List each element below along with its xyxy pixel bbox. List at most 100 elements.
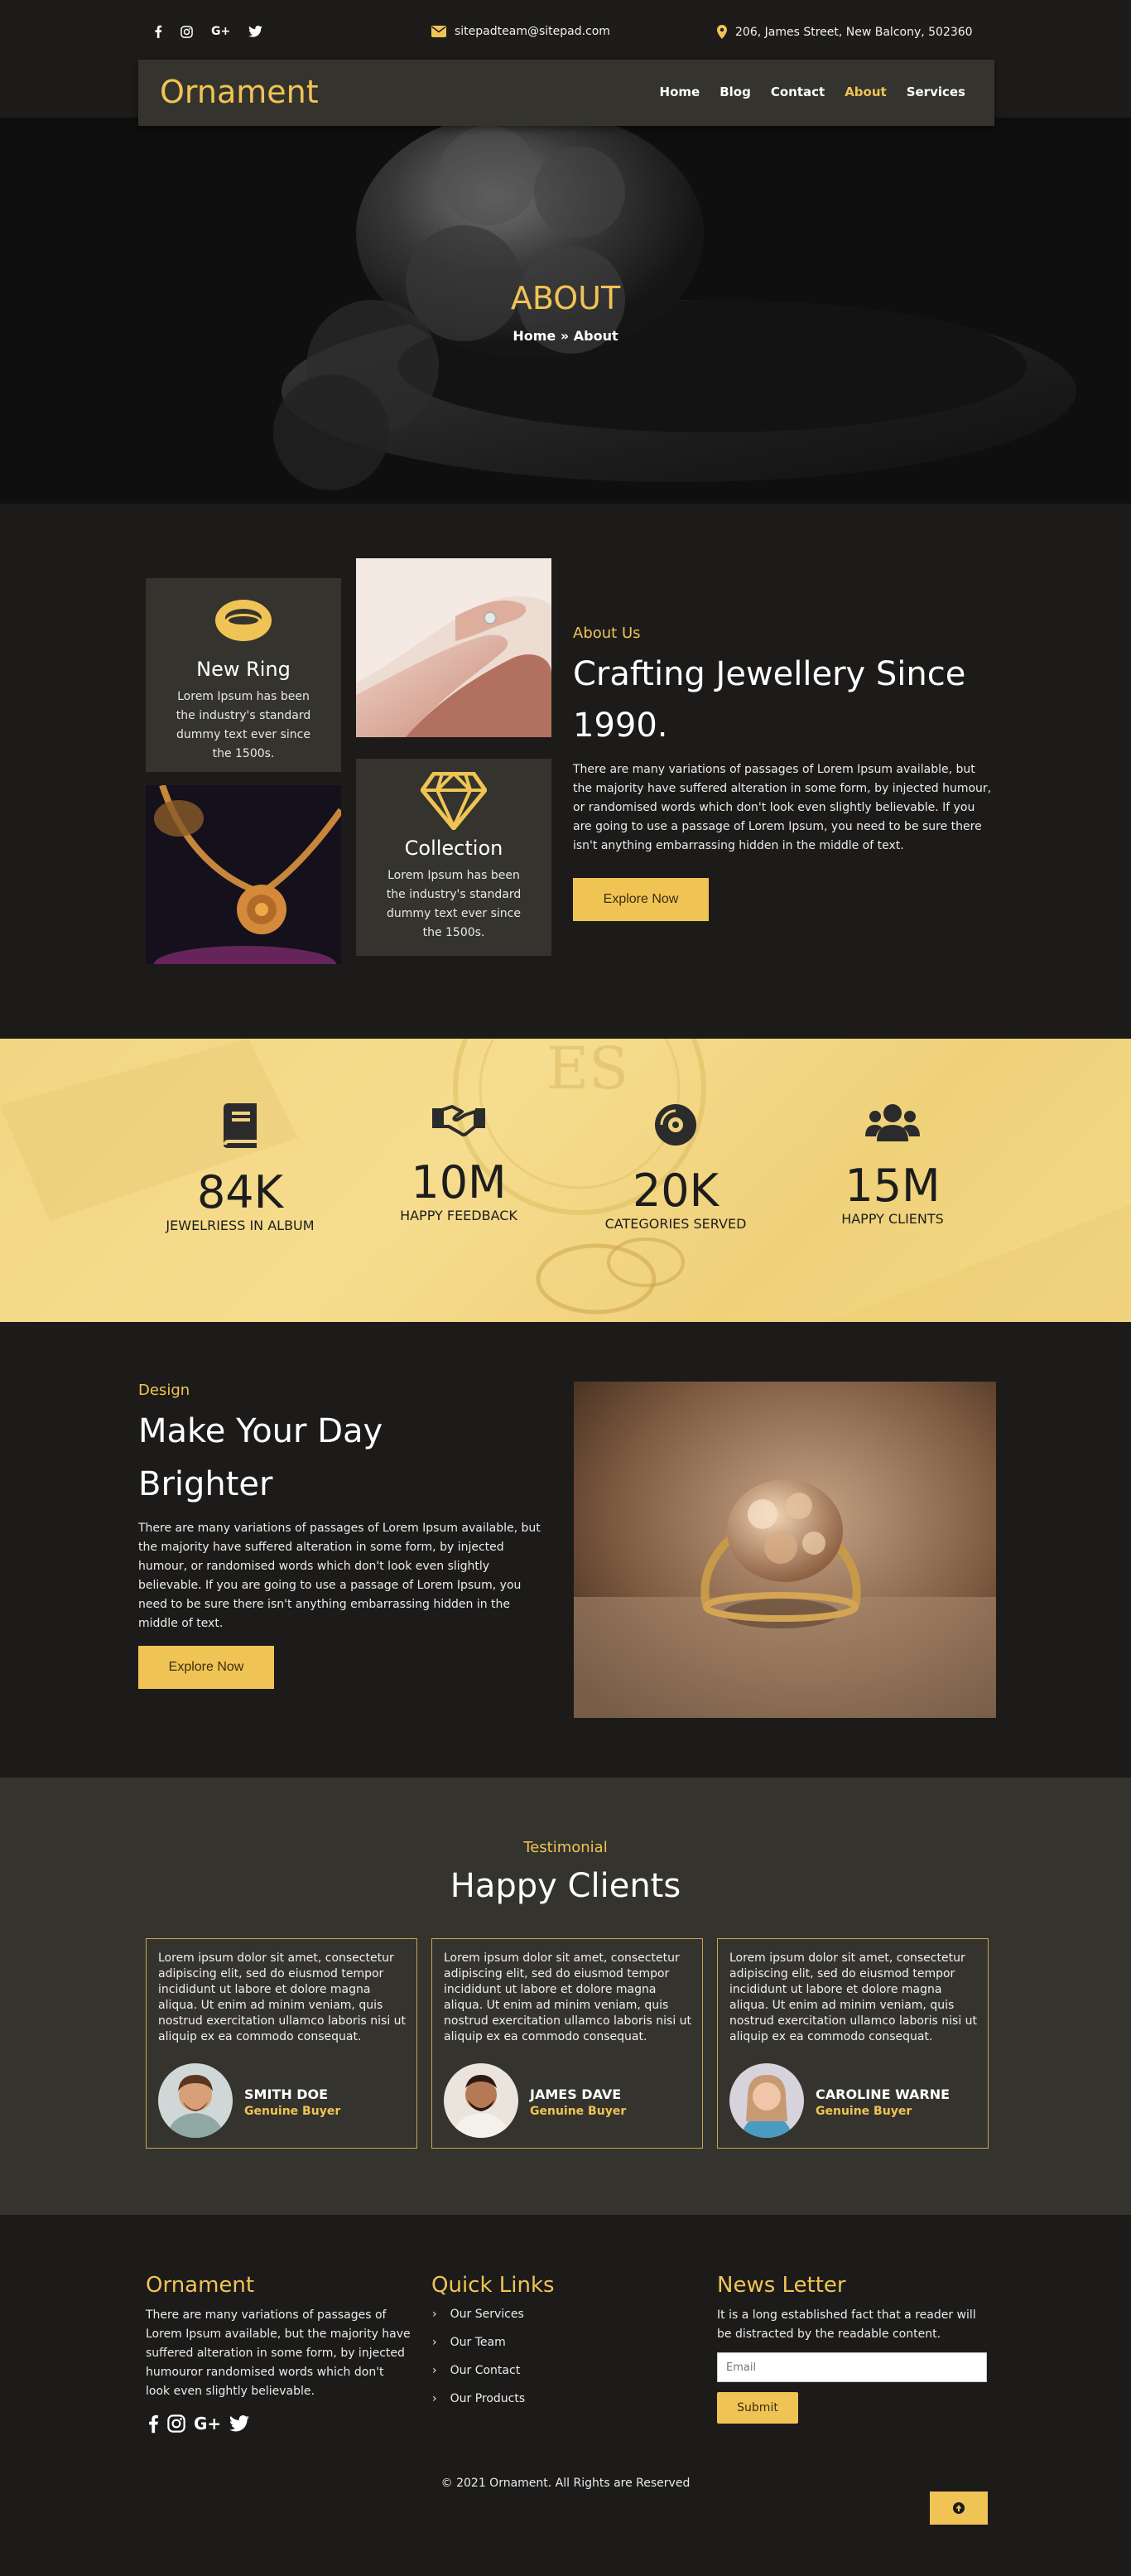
testimonial-card: Lorem ipsum dolor sit amet, consectetur … xyxy=(431,1938,703,2149)
about-label: About Us xyxy=(573,625,641,642)
about-section: New Ring Lorem Ipsum has been the indust… xyxy=(0,504,1131,1039)
arrow-circle-up-icon xyxy=(953,2502,965,2514)
footer-brand: Ornament xyxy=(146,2273,255,2298)
chevron-right-icon: › xyxy=(432,2392,437,2405)
nav-menu: Home Blog Contact About Services xyxy=(660,84,965,99)
footer: Ornament There are many variations of pa… xyxy=(0,2215,1131,2576)
stat-value: 84K xyxy=(196,1166,284,1218)
about-heading-line1: Crafting Jewellery Since xyxy=(573,655,966,693)
stat-item: 20K CATEGORIES SERVED xyxy=(585,1103,767,1232)
back-to-top-button[interactable] xyxy=(930,2492,988,2525)
collection-title: Collection xyxy=(404,837,503,860)
facebook-icon[interactable] xyxy=(154,25,162,38)
twitter-icon[interactable] xyxy=(229,2415,250,2432)
testimonial-role: Genuine Buyer xyxy=(530,2105,627,2118)
book-icon xyxy=(224,1103,257,1148)
ring-product-image xyxy=(574,1382,996,1718)
twitter-icon[interactable] xyxy=(248,26,263,37)
design-heading-line2: Brighter xyxy=(138,1465,273,1503)
footer-link-label: Our Contact xyxy=(450,2364,521,2377)
footer-link-label: Our Team xyxy=(450,2336,506,2349)
testimonial-name: JAMES DAVE xyxy=(530,2086,622,2102)
ring-icon xyxy=(215,600,272,641)
necklace-image xyxy=(146,785,341,964)
about-paragraph: There are many variations of passages of… xyxy=(573,763,992,852)
testimonial-role: Genuine Buyer xyxy=(244,2105,341,2118)
stat-item: 84K JEWELRIESS IN ALBUM xyxy=(149,1103,331,1233)
footer-link-team[interactable]: › Our Team xyxy=(432,2336,506,2349)
nav-item-about[interactable]: About xyxy=(845,84,887,99)
about-explore-button[interactable]: Explore Now xyxy=(573,878,709,921)
page-title: ABOUT xyxy=(510,280,621,316)
handshake-icon xyxy=(432,1105,485,1136)
nav-item-contact[interactable]: Contact xyxy=(771,84,825,99)
top-social-links: G+ xyxy=(154,25,263,38)
stat-label: JEWELRIESS IN ALBUM xyxy=(166,1218,315,1233)
stat-value: 15M xyxy=(845,1160,941,1212)
quick-links-title: Quick Links xyxy=(431,2273,555,2298)
new-ring-card: New Ring Lorem Ipsum has been the indust… xyxy=(146,578,341,772)
stat-label: HAPPY FEEDBACK xyxy=(400,1208,517,1223)
avatar xyxy=(444,2063,518,2138)
newsletter-text: It is a long established fact that a rea… xyxy=(717,2308,976,2341)
newsletter-submit-button[interactable]: Submit xyxy=(717,2392,798,2424)
collection-card: Collection Lorem Ipsum has been the indu… xyxy=(356,759,551,956)
brand-logo[interactable]: Ornament xyxy=(160,74,319,110)
footer-about-text: There are many variations of passages of… xyxy=(146,2308,411,2398)
top-email[interactable]: sitepadteam@sitepad.com xyxy=(431,25,610,38)
stat-value: 20K xyxy=(632,1165,720,1217)
footer-link-label: Our Products xyxy=(450,2392,526,2405)
new-ring-text: Lorem Ipsum has been the industry's stan… xyxy=(176,690,311,760)
stat-label: HAPPY CLIENTS xyxy=(841,1211,944,1227)
chevron-right-icon: › xyxy=(432,2364,437,2377)
testimonial-card: Lorem ipsum dolor sit amet, consectetur … xyxy=(146,1938,417,2149)
hero-banner: ABOUT Home » About xyxy=(0,118,1131,504)
design-label: Design xyxy=(138,1382,190,1399)
svg-text:ES: ES xyxy=(546,1039,628,1102)
diamond-icon xyxy=(420,771,488,831)
breadcrumb-separator: » xyxy=(560,328,570,344)
newsletter-title: News Letter xyxy=(717,2273,846,2298)
collection-text: Lorem Ipsum has been the industry's stan… xyxy=(386,869,522,939)
stat-value: 10M xyxy=(411,1156,507,1208)
testimonial-text: Lorem ipsum dolor sit amet, consectetur … xyxy=(158,1951,407,2043)
facebook-icon[interactable] xyxy=(147,2414,159,2434)
testimonial-section: Testimonial Happy Clients Lorem ipsum do… xyxy=(0,1778,1131,2215)
new-ring-title: New Ring xyxy=(196,658,291,681)
design-explore-button[interactable]: Explore Now xyxy=(138,1646,274,1689)
stat-item: 15M HAPPY CLIENTS xyxy=(801,1103,984,1227)
instagram-icon[interactable] xyxy=(180,25,193,38)
top-address-text: 206, James Street, New Balcony, 502360 xyxy=(735,25,973,39)
footer-link-services[interactable]: › Our Services xyxy=(432,2308,524,2321)
breadcrumb-current: About xyxy=(573,328,618,344)
chevron-right-icon: › xyxy=(432,2336,437,2349)
avatar xyxy=(729,2063,804,2138)
footer-link-products[interactable]: › Our Products xyxy=(432,2392,525,2405)
stat-item: 10M HAPPY FEEDBACK xyxy=(368,1103,550,1223)
testimonial-card: Lorem ipsum dolor sit amet, consectetur … xyxy=(717,1938,989,2149)
google-plus-icon[interactable]: G+ xyxy=(211,25,230,38)
copyright: © 2021 Ornament. All Rights are Reserved xyxy=(440,2477,691,2490)
nav-item-services[interactable]: Services xyxy=(907,84,965,99)
map-marker-icon xyxy=(717,25,727,39)
breadcrumb-home[interactable]: Home xyxy=(513,328,556,344)
footer-link-label: Our Services xyxy=(450,2308,524,2321)
top-email-text: sitepadteam@sitepad.com xyxy=(455,25,610,38)
design-heading-line1: Make Your Day xyxy=(138,1412,383,1450)
users-icon xyxy=(865,1104,920,1141)
nav-item-blog[interactable]: Blog xyxy=(720,84,751,99)
testimonial-text: Lorem ipsum dolor sit amet, consectetur … xyxy=(729,1951,978,2043)
nav-item-home[interactable]: Home xyxy=(660,84,700,99)
testimonial-role: Genuine Buyer xyxy=(816,2105,912,2118)
engagement-hands-image xyxy=(356,558,551,737)
footer-link-contact[interactable]: › Our Contact xyxy=(432,2364,520,2377)
breadcrumb: Home » About xyxy=(0,328,1131,344)
testimonial-heading: Happy Clients xyxy=(450,1867,681,1905)
google-plus-icon[interactable]: G+ xyxy=(194,2414,221,2434)
newsletter-email-input[interactable] xyxy=(717,2352,987,2382)
stats-section: ES 84K JEWELRIESS IN ALBUM 10M HAPPY FEE… xyxy=(0,1039,1131,1322)
footer-social-links: G+ xyxy=(147,2414,250,2434)
avatar xyxy=(158,2063,233,2138)
chevron-right-icon: › xyxy=(432,2308,437,2321)
instagram-icon[interactable] xyxy=(167,2414,185,2433)
